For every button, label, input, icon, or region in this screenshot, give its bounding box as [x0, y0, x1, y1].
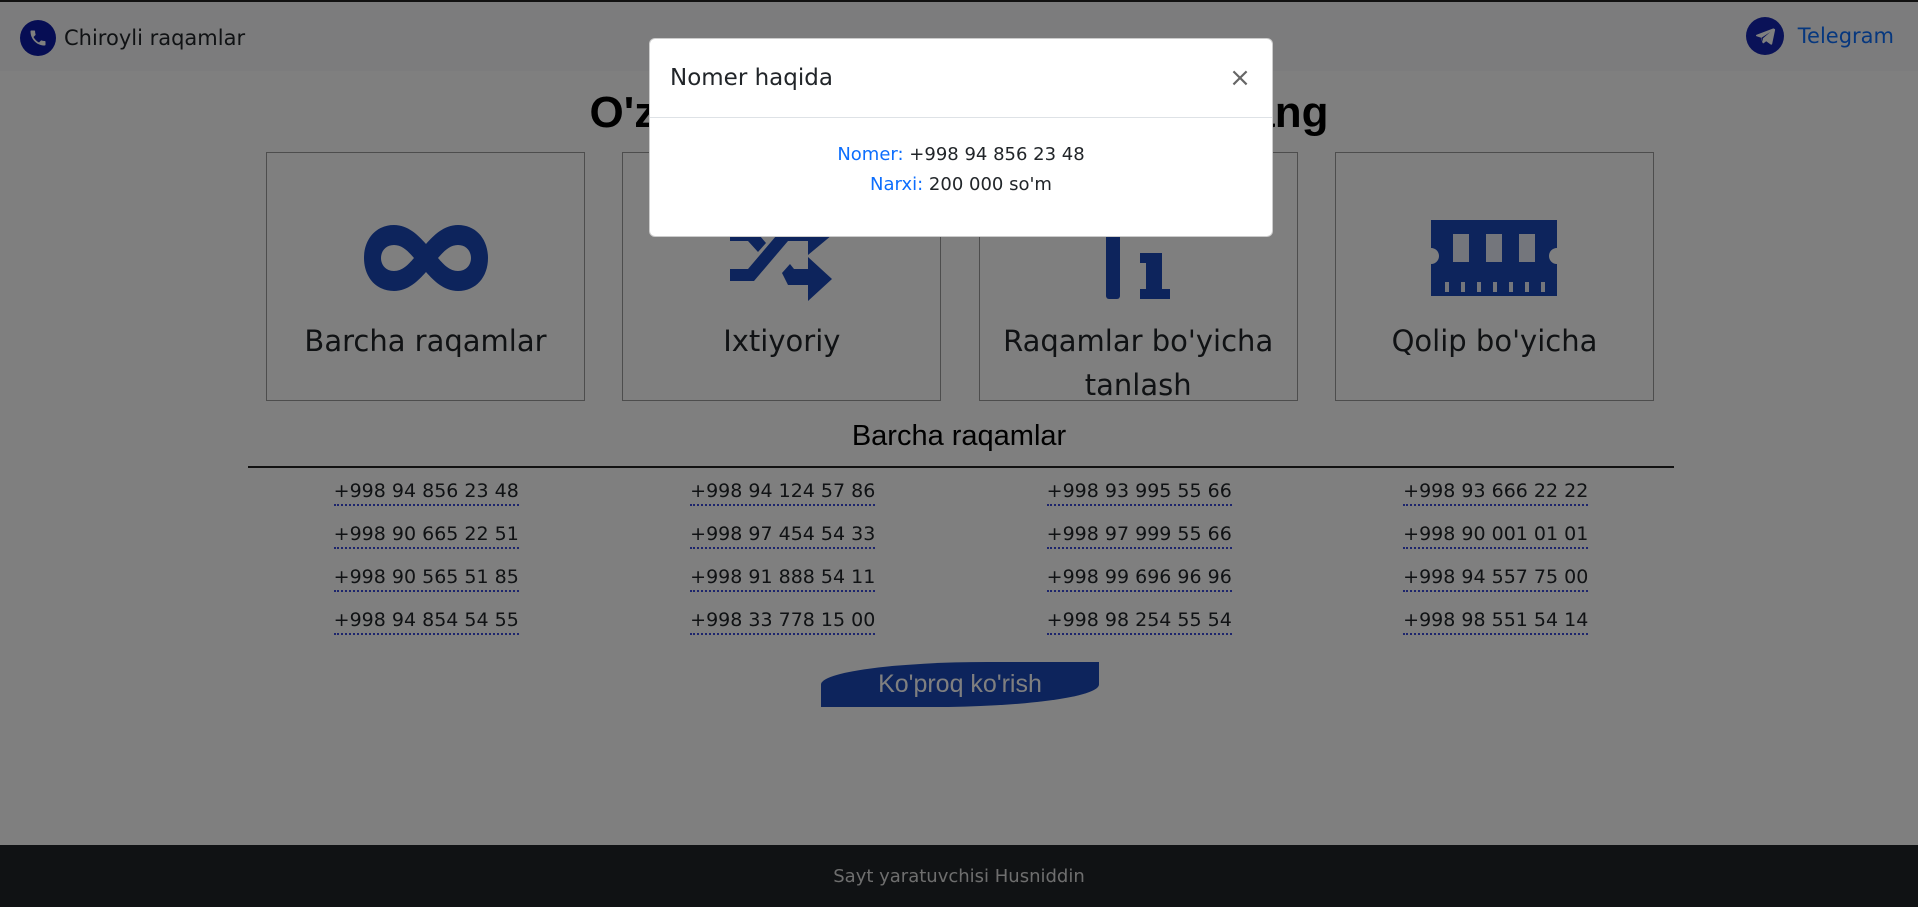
- price-label: Narxi:: [870, 174, 924, 195]
- number-details-modal: Nomer haqida × Nomer: +998 94 856 23 48 …: [649, 38, 1273, 237]
- close-icon[interactable]: ×: [1228, 63, 1252, 93]
- price-row: Narxi: 200 000 so'm: [650, 170, 1272, 200]
- modal-header: Nomer haqida ×: [650, 39, 1272, 118]
- number-label: Nomer:: [837, 144, 904, 165]
- number-value: +998 94 856 23 48: [909, 144, 1085, 165]
- modal-body: Nomer: +998 94 856 23 48 Narxi: 200 000 …: [650, 118, 1272, 200]
- modal-title: Nomer haqida: [670, 65, 833, 91]
- price-value: 200 000 so'm: [928, 174, 1052, 195]
- number-row: Nomer: +998 94 856 23 48: [650, 140, 1272, 170]
